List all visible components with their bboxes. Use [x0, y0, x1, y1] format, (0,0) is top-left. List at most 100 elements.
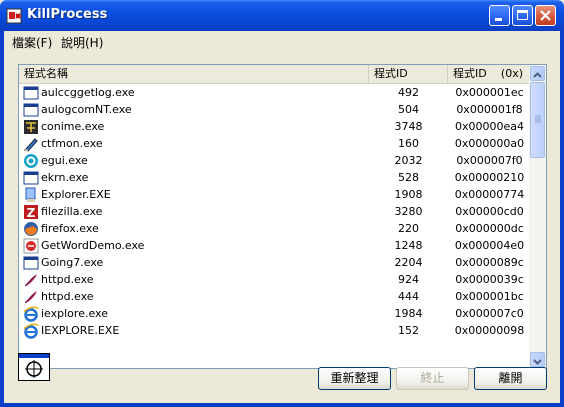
process-name: httpd.exe [41, 290, 94, 303]
process-id: 1908 [394, 188, 423, 201]
scroll-down-button[interactable] [530, 352, 545, 367]
client-area: 檔案(F) 說明(H) 程式名稱 程式ID 程式ID (0x) aulccgge… [4, 31, 560, 403]
column-header-hex-suffix: (0x) [500, 67, 523, 80]
feather-icon [24, 274, 37, 287]
process-id-hex: 0x00000098 [454, 324, 525, 337]
minimize-button[interactable] [489, 5, 510, 26]
process-id: 924 [398, 273, 419, 286]
column-header-pid[interactable]: 程式ID [369, 65, 448, 83]
window-finder-target[interactable] [18, 353, 50, 381]
process-id-hex: 0x0000089c [455, 256, 524, 269]
window-icon [23, 256, 39, 270]
scroll-up-button[interactable] [530, 66, 545, 81]
process-id-hex: 0x000004e0 [454, 239, 525, 252]
feather-icon [24, 291, 37, 304]
minimize-icon [495, 18, 502, 21]
process-id-hex: 0x000000a0 [454, 137, 525, 150]
window-icon [23, 103, 39, 117]
window-title: KillProcess [27, 7, 108, 22]
firefox-icon [24, 222, 38, 236]
table-row[interactable]: aulogcomNT.exe 504 0x000001f8 [19, 101, 530, 118]
process-name: iexplore.exe [41, 307, 108, 320]
table-row[interactable]: aulccggetlog.exe 492 0x000001ec [19, 84, 530, 101]
process-id: 444 [398, 290, 419, 303]
process-name: httpd.exe [41, 273, 94, 286]
grip-icon [535, 115, 541, 123]
process-id-hex: 0x00000774 [454, 188, 525, 201]
process-id: 3748 [394, 120, 423, 133]
svg-text:Z: Z [27, 206, 36, 220]
process-id-hex: 0x00000ea4 [454, 120, 524, 133]
process-name: filezilla.exe [41, 205, 103, 218]
process-id-hex: 0x0000039c [455, 273, 524, 286]
menu-bar: 檔案(F) 說明(H) [4, 31, 560, 51]
process-id: 2032 [394, 154, 423, 167]
menu-help[interactable]: 說明(H) [61, 34, 103, 51]
table-row[interactable]: ekrn.exe 528 0x00000210 [19, 169, 530, 186]
process-id-hex: 0x000007f0 [456, 154, 523, 167]
title-bar[interactable]: KillProcess [0, 0, 564, 31]
close-window-button[interactable] [535, 5, 556, 26]
terminate-button[interactable]: 終止 [396, 367, 469, 390]
chevron-up-icon [533, 72, 542, 78]
list-header: 程式名稱 程式ID 程式ID (0x) [19, 65, 530, 84]
table-row[interactable]: ctfmon.exe 160 0x000000a0 [19, 135, 530, 152]
process-name: egui.exe [41, 154, 88, 167]
table-row[interactable]: iexplore.exe 1984 0x000007c0 [19, 305, 530, 322]
vertical-scrollbar[interactable] [529, 65, 546, 368]
ie-icon [23, 323, 39, 339]
process-id: 3280 [394, 205, 423, 218]
menu-file[interactable]: 檔案(F) [12, 34, 52, 51]
process-id-hex: 0x00000210 [454, 171, 525, 184]
table-row[interactable]: IEXPLORE.EXE 152 0x00000098 [19, 322, 530, 339]
process-id: 152 [398, 324, 419, 337]
window-icon [23, 171, 39, 185]
process-id: 1248 [394, 239, 423, 252]
column-header-name[interactable]: 程式名稱 [19, 65, 369, 83]
process-id-hex: 0x00000cd0 [455, 205, 524, 218]
ie-icon [23, 306, 39, 322]
table-row[interactable]: httpd.exe 444 0x000001bc [19, 288, 530, 305]
process-id: 2204 [394, 256, 423, 269]
process-id: 528 [398, 171, 419, 184]
process-id: 504 [398, 103, 419, 116]
table-row[interactable]: httpd.exe 924 0x0000039c [19, 271, 530, 288]
process-name: IEXPLORE.EXE [41, 324, 120, 337]
process-name: aulccggetlog.exe [41, 86, 135, 99]
process-name: Going7.exe [41, 256, 104, 269]
process-id-hex: 0x000001bc [455, 290, 524, 303]
process-name: conime.exe [41, 120, 105, 133]
process-name: Explorer.EXE [41, 188, 111, 201]
pen-icon [24, 138, 38, 152]
maximize-button[interactable] [512, 5, 533, 26]
scroll-thumb[interactable] [530, 82, 545, 158]
table-row[interactable]: firefox.exe 220 0x000000dc [19, 220, 530, 237]
process-name: firefox.exe [41, 222, 99, 235]
exit-button[interactable]: 離開 [474, 367, 547, 390]
table-row[interactable]: conime.exe 3748 0x00000ea4 [19, 118, 530, 135]
table-row[interactable]: Explorer.EXE 1908 0x00000774 [19, 186, 530, 203]
process-id-hex: 0x000001ec [455, 86, 524, 99]
maximize-icon [517, 10, 528, 20]
refresh-button[interactable]: 重新整理 [318, 367, 391, 390]
close-icon [540, 10, 551, 21]
table-row[interactable]: Zfilezilla.exe 3280 0x00000cd0 [19, 203, 530, 220]
filezilla-icon: Z [24, 205, 38, 220]
process-name: ctfmon.exe [41, 137, 103, 150]
process-id-hex: 0x000001f8 [456, 103, 523, 116]
table-row[interactable]: GetWordDemo.exe 1248 0x000004e0 [19, 237, 530, 254]
app-icon [6, 8, 22, 24]
eset-icon [24, 154, 38, 168]
window-icon [23, 86, 39, 100]
process-list[interactable]: 程式名稱 程式ID 程式ID (0x) aulccggetlog.exe 492 0… [18, 64, 547, 369]
process-name: GetWordDemo.exe [41, 239, 145, 252]
column-header-hex[interactable]: 程式ID (0x) [448, 65, 530, 83]
process-id: 492 [398, 86, 419, 99]
app-window: KillProcess 檔案(F) 說明(H) 程式名稱 程式ID 程式ID (… [0, 0, 564, 407]
ime-icon [24, 120, 38, 134]
table-row[interactable]: Going7.exe 2204 0x0000089c [19, 254, 530, 271]
column-header-hex-label: 程式ID [453, 67, 487, 80]
getword-icon [23, 238, 39, 254]
table-row[interactable]: egui.exe 2032 0x000007f0 [19, 152, 530, 169]
process-id-hex: 0x000000dc [455, 222, 524, 235]
